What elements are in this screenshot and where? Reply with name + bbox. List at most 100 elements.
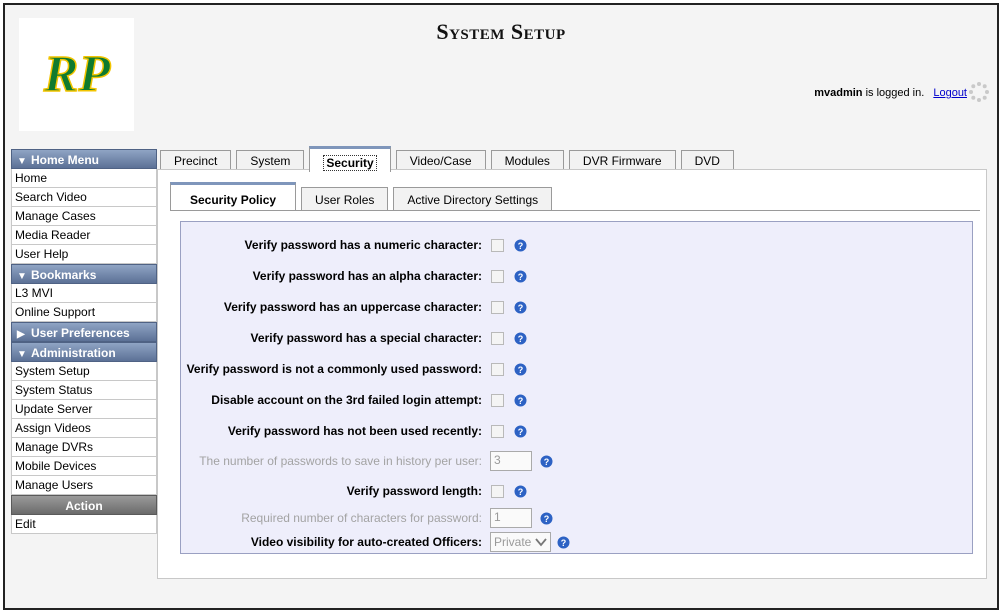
sidebar-item-manage-cases[interactable]: Manage Cases (11, 207, 157, 226)
visibility-label: Video visibility for auto-created Office… (250, 535, 482, 549)
row-numeric: Verify password has a numeric character:… (181, 235, 527, 255)
help-icon[interactable]: ? (514, 394, 527, 407)
row-required: Required number of characters for passwo… (181, 508, 553, 528)
header: RP System Setup mvadmin is logged in. Lo… (5, 5, 997, 145)
disable-label: Disable account on the 3rd failed login … (211, 393, 482, 407)
uppercase-label: Verify password has an uppercase charact… (223, 300, 482, 314)
logo-icon: RP (42, 45, 112, 104)
bookmarks-header[interactable]: ▼ Bookmarks (11, 264, 157, 284)
svg-text:?: ? (518, 365, 524, 375)
visibility-select[interactable]: Private (490, 532, 551, 552)
triangle-right-icon: ▶ (17, 329, 25, 340)
subtab-security-policy[interactable]: Security Policy (170, 182, 297, 211)
required-count-input[interactable]: 1 (490, 508, 532, 528)
visibility-value: Private (494, 535, 532, 549)
help-icon[interactable]: ? (514, 363, 527, 376)
disable-checkbox[interactable] (491, 393, 504, 407)
svg-text:?: ? (518, 334, 524, 344)
svg-text:?: ? (518, 396, 524, 406)
administration-header[interactable]: ▼ Administration (11, 342, 157, 362)
special-label: Verify password has a special character: (250, 331, 482, 345)
required-label: Required number of characters for passwo… (241, 511, 482, 525)
sidebar-item-user-help[interactable]: User Help (11, 245, 157, 264)
user-preferences-title: User Preferences (31, 326, 130, 340)
svg-text:RP: RP (42, 46, 111, 103)
home-menu-title: Home Menu (31, 153, 100, 167)
sidebar-item-media-reader[interactable]: Media Reader (11, 226, 157, 245)
row-length: Verify password length: ? (181, 481, 527, 501)
history-label: The number of passwords to save in histo… (199, 454, 482, 468)
row-special: Verify password has a special character:… (181, 328, 527, 348)
svg-text:?: ? (561, 538, 567, 548)
action-item-edit[interactable]: Edit (11, 515, 157, 534)
sidebar-item-manage-dvrs[interactable]: Manage DVRs (11, 438, 157, 457)
numeric-checkbox[interactable] (491, 238, 504, 252)
tab-security[interactable]: Security (309, 146, 391, 172)
special-checkbox[interactable] (491, 331, 504, 345)
numeric-label: Verify password has a numeric character: (244, 238, 482, 252)
security-policy-form: Verify password has a numeric character:… (180, 221, 973, 554)
row-history: The number of passwords to save in histo… (181, 451, 553, 471)
user-preferences-header[interactable]: ▶ User Preferences (11, 322, 157, 342)
sub-tabs: Security Policy User Roles Active Direct… (170, 181, 557, 211)
sidebar-item-l3-mvi[interactable]: L3 MVI (11, 284, 157, 303)
home-menu-header[interactable]: ▼ Home Menu (11, 149, 157, 169)
help-icon[interactable]: ? (540, 512, 553, 525)
app-window: RP System Setup mvadmin is logged in. Lo… (3, 3, 999, 610)
administration-title: Administration (31, 346, 116, 360)
svg-text:?: ? (544, 514, 550, 524)
logout-link[interactable]: Logout (933, 87, 967, 99)
sidebar-item-search-video[interactable]: Search Video (11, 188, 157, 207)
length-label: Verify password length: (346, 484, 482, 498)
bookmarks-title: Bookmarks (31, 268, 97, 282)
row-disable: Disable account on the 3rd failed login … (181, 390, 527, 410)
logged-in-text: is logged in. (862, 87, 925, 99)
svg-text:?: ? (518, 427, 524, 437)
sidebar-item-mobile-devices[interactable]: Mobile Devices (11, 457, 157, 476)
length-checkbox[interactable] (491, 484, 504, 498)
help-icon[interactable]: ? (514, 270, 527, 283)
help-icon[interactable]: ? (514, 332, 527, 345)
svg-text:?: ? (518, 303, 524, 313)
login-status: mvadmin is logged in. Logout (814, 87, 967, 99)
sidebar-item-system-status[interactable]: System Status (11, 381, 157, 400)
history-count-input[interactable]: 3 (490, 451, 532, 471)
common-label: Verify password is not a commonly used p… (186, 362, 482, 376)
username: mvadmin (814, 87, 863, 99)
recent-checkbox[interactable] (491, 424, 504, 438)
help-icon[interactable]: ? (557, 536, 570, 549)
row-uppercase: Verify password has an uppercase charact… (181, 297, 527, 317)
sidebar-item-update-server[interactable]: Update Server (11, 400, 157, 419)
sidebar-item-online-support[interactable]: Online Support (11, 303, 157, 322)
subtab-user-roles[interactable]: User Roles (301, 187, 389, 211)
help-icon[interactable]: ? (514, 239, 527, 252)
alpha-label: Verify password has an alpha character: (252, 269, 482, 283)
help-icon[interactable]: ? (514, 301, 527, 314)
chevron-down-icon (535, 538, 547, 547)
svg-text:?: ? (518, 241, 524, 251)
common-checkbox[interactable] (491, 362, 504, 376)
sidebar-item-manage-users[interactable]: Manage Users (11, 476, 157, 495)
row-alpha: Verify password has an alpha character: … (181, 266, 527, 286)
row-common: Verify password is not a commonly used p… (181, 359, 527, 379)
sidebar-item-assign-videos[interactable]: Assign Videos (11, 419, 157, 438)
spinner-icon (969, 82, 989, 102)
svg-text:?: ? (518, 272, 524, 282)
main-tabs: Precinct System Security Video/Case Modu… (160, 146, 739, 172)
sidebar-item-system-setup[interactable]: System Setup (11, 362, 157, 381)
recent-label: Verify password has not been used recent… (227, 424, 482, 438)
subtab-divider (170, 210, 980, 211)
uppercase-checkbox[interactable] (491, 300, 504, 314)
sidebar: ▼ Home Menu Home Search Video Manage Case… (11, 149, 157, 534)
row-recent: Verify password has not been used recent… (181, 421, 527, 441)
row-visibility: Video visibility for auto-created Office… (181, 532, 570, 552)
tab-security-label: Security (323, 155, 377, 171)
svg-text:?: ? (518, 487, 524, 497)
help-icon[interactable]: ? (540, 455, 553, 468)
alpha-checkbox[interactable] (491, 269, 504, 283)
page-title: System Setup (436, 19, 566, 44)
subtab-active-directory[interactable]: Active Directory Settings (393, 187, 553, 211)
help-icon[interactable]: ? (514, 425, 527, 438)
help-icon[interactable]: ? (514, 485, 527, 498)
sidebar-item-home[interactable]: Home (11, 169, 157, 188)
